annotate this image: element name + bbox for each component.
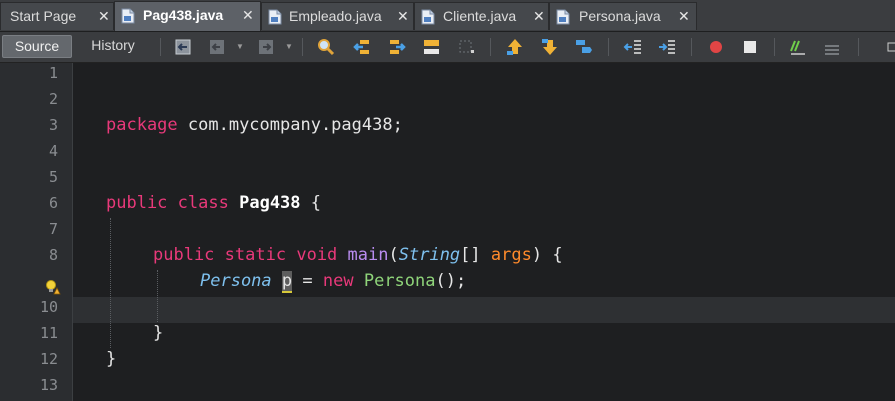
uncomment-icon[interactable] xyxy=(822,37,842,57)
brace: } xyxy=(106,349,117,369)
line-number: 7 xyxy=(48,220,58,238)
punctuation: ) { xyxy=(531,245,563,265)
back-icon[interactable] xyxy=(207,37,227,57)
variable-name: p xyxy=(281,271,293,293)
brace: } xyxy=(153,323,164,343)
method-name: main xyxy=(347,245,389,265)
editor-tab-bar: Start Page ✕ Pag438.java ✕ Empleado.java… xyxy=(0,0,895,32)
type-name: String xyxy=(398,245,461,265)
punctuation: ( xyxy=(388,245,399,265)
java-file-icon xyxy=(556,9,570,25)
tab-start-page[interactable]: Start Page ✕ xyxy=(0,2,114,30)
line-number-gutter[interactable]: 1 2 3 4 5 6 7 8 10 11 12 13 xyxy=(0,63,73,401)
line-number: 1 xyxy=(48,64,58,82)
toolbar-separator xyxy=(490,38,491,56)
punctuation: [] xyxy=(460,245,491,265)
code-line-8[interactable]: public static void main(String[] args) { xyxy=(153,242,563,268)
line-number: 3 xyxy=(48,116,58,134)
find-icon[interactable] xyxy=(316,37,336,57)
tab-cliente-java[interactable]: Cliente.java ✕ xyxy=(414,2,549,30)
punctuation: (); xyxy=(435,271,467,291)
line-number: 4 xyxy=(48,142,58,160)
class-name: Pag438 xyxy=(239,193,301,213)
next-bookmark-icon[interactable] xyxy=(540,37,560,57)
close-icon[interactable]: ✕ xyxy=(242,2,254,29)
find-next-icon[interactable] xyxy=(387,37,407,57)
overflow-icon[interactable] xyxy=(885,37,895,57)
keyword: void xyxy=(296,245,338,265)
tab-pag438-java[interactable]: Pag438.java ✕ xyxy=(114,1,261,31)
tab-persona-java[interactable]: Persona.java ✕ xyxy=(549,2,697,30)
parameter-name: args xyxy=(490,245,532,265)
operator: = xyxy=(292,271,323,291)
find-selection-icon[interactable] xyxy=(457,37,477,57)
find-previous-icon[interactable] xyxy=(352,37,372,57)
line-number: 8 xyxy=(48,246,58,264)
tab-empleado-java[interactable]: Empleado.java ✕ xyxy=(261,2,414,30)
tab-label: Start Page xyxy=(10,8,77,24)
toggle-highlight-icon[interactable] xyxy=(422,37,442,57)
java-file-icon xyxy=(421,9,435,25)
keyword: public xyxy=(153,245,215,265)
keyword: package xyxy=(106,115,178,135)
current-line-highlight xyxy=(73,297,895,323)
close-icon[interactable]: ✕ xyxy=(397,3,409,30)
keyword: new xyxy=(322,271,354,291)
previous-bookmark-icon[interactable] xyxy=(505,37,525,57)
toggle-bookmark-icon[interactable] xyxy=(574,37,594,57)
editor-toolbar: Source History ▼ ▼ xyxy=(0,32,895,63)
shift-left-icon[interactable] xyxy=(623,37,643,57)
close-icon[interactable]: ✕ xyxy=(98,3,110,30)
code-line-9[interactable]: Persona p = new Persona(); xyxy=(200,268,466,294)
java-file-icon xyxy=(268,9,282,25)
chevron-down-icon[interactable]: ▼ xyxy=(236,42,244,51)
stop-macro-icon[interactable] xyxy=(740,37,760,57)
history-view-button[interactable]: History xyxy=(80,35,146,58)
line-number: 10 xyxy=(39,298,58,316)
toolbar-separator xyxy=(608,38,609,56)
comment-icon[interactable] xyxy=(788,37,808,57)
line-number: 2 xyxy=(48,90,58,108)
tab-label: Cliente.java xyxy=(443,8,517,24)
toolbar-separator xyxy=(691,38,692,56)
code-line-12[interactable]: } xyxy=(106,346,116,372)
forward-icon[interactable] xyxy=(256,37,276,57)
keyword: class xyxy=(177,193,229,213)
keyword: public xyxy=(106,193,168,213)
lightbulb-hint-icon[interactable] xyxy=(45,279,61,295)
java-file-icon xyxy=(121,8,135,24)
shift-right-icon[interactable] xyxy=(657,37,677,57)
toolbar-separator xyxy=(302,38,303,56)
line-number: 11 xyxy=(39,324,58,342)
source-view-button[interactable]: Source xyxy=(2,35,72,58)
chevron-down-icon[interactable]: ▼ xyxy=(285,42,293,51)
tab-label: Persona.java xyxy=(579,8,661,24)
package-name: com.mycompany.pag438; xyxy=(177,115,403,135)
start-macro-icon[interactable] xyxy=(706,37,726,57)
toolbar-separator xyxy=(774,38,775,56)
line-number: 12 xyxy=(39,350,58,368)
keyword: static xyxy=(224,245,287,265)
tab-label: Pag438.java xyxy=(143,7,224,23)
type-name: Persona xyxy=(200,271,272,291)
code-line-6[interactable]: public class Pag438 { xyxy=(106,190,321,216)
close-icon[interactable]: ✕ xyxy=(533,3,545,30)
constructor-name: Persona xyxy=(363,271,436,291)
tab-label: Empleado.java xyxy=(289,8,382,24)
brace: { xyxy=(310,193,322,213)
code-line-11[interactable]: } xyxy=(153,320,163,346)
indent-guide xyxy=(110,218,111,348)
code-line-3[interactable]: package com.mycompany.pag438; xyxy=(106,112,403,138)
indent-guide xyxy=(157,270,158,322)
toolbar-separator xyxy=(858,38,859,56)
line-number: 6 xyxy=(48,194,58,212)
close-icon[interactable]: ✕ xyxy=(678,3,690,30)
toolbar-separator xyxy=(160,38,161,56)
line-number: 13 xyxy=(39,376,58,394)
last-edit-icon[interactable] xyxy=(173,37,193,57)
line-number: 5 xyxy=(48,168,58,186)
